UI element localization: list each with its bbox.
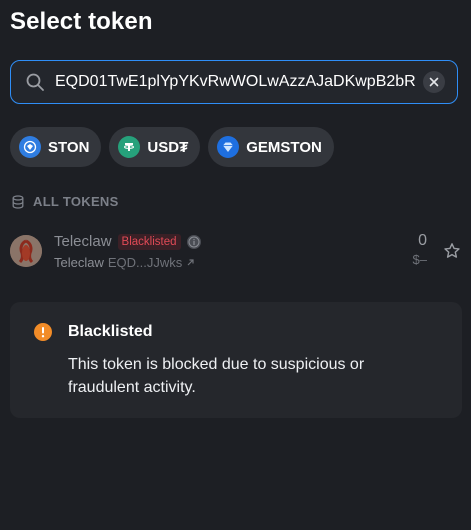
chip-gemston[interactable]: GEMSTON [208,127,334,167]
token-balance: 0 [418,232,427,249]
database-icon [12,194,24,209]
token-usd-value: $– [412,252,427,267]
search-field[interactable] [10,60,458,104]
search-icon [25,72,45,92]
alert-body: This token is blocked due to suspicious … [68,356,365,396]
search-input[interactable] [55,73,415,91]
blacklisted-alert: Blacklisted This token is blocked due to… [10,302,462,418]
section-label: ALL TOKENS [33,194,119,209]
ston-logo-icon [19,136,41,158]
chip-ston[interactable]: STON [10,127,102,167]
chip-usdt[interactable]: USD₮ [109,127,201,167]
token-name: Teleclaw [54,233,112,250]
external-link-icon[interactable] [186,258,195,267]
quick-token-chips: STON USD₮ GEMSTON [10,127,334,167]
gemston-logo-icon [217,136,240,158]
blacklisted-badge: Blacklisted [117,233,181,250]
section-header-all-tokens: ALL TOKENS [12,194,119,209]
warning-icon [34,323,52,341]
star-icon[interactable] [443,242,461,260]
chip-label: GEMSTON [246,138,322,156]
page-title: Select token [10,8,153,35]
chip-label: STON [48,138,90,156]
token-row[interactable]: Teleclaw Blacklisted Teleclaw EQD...JJwk… [10,230,465,274]
token-avatar [10,235,42,267]
clear-search-button[interactable] [423,71,445,93]
tether-logo-icon [118,136,141,158]
chip-label: USD₮ [147,138,189,156]
alert-title: Blacklisted [68,323,153,340]
info-icon[interactable] [186,234,201,249]
close-icon [429,77,439,87]
token-address-link[interactable]: EQD...JJwks [108,255,182,270]
token-symbol: Teleclaw [54,255,104,270]
